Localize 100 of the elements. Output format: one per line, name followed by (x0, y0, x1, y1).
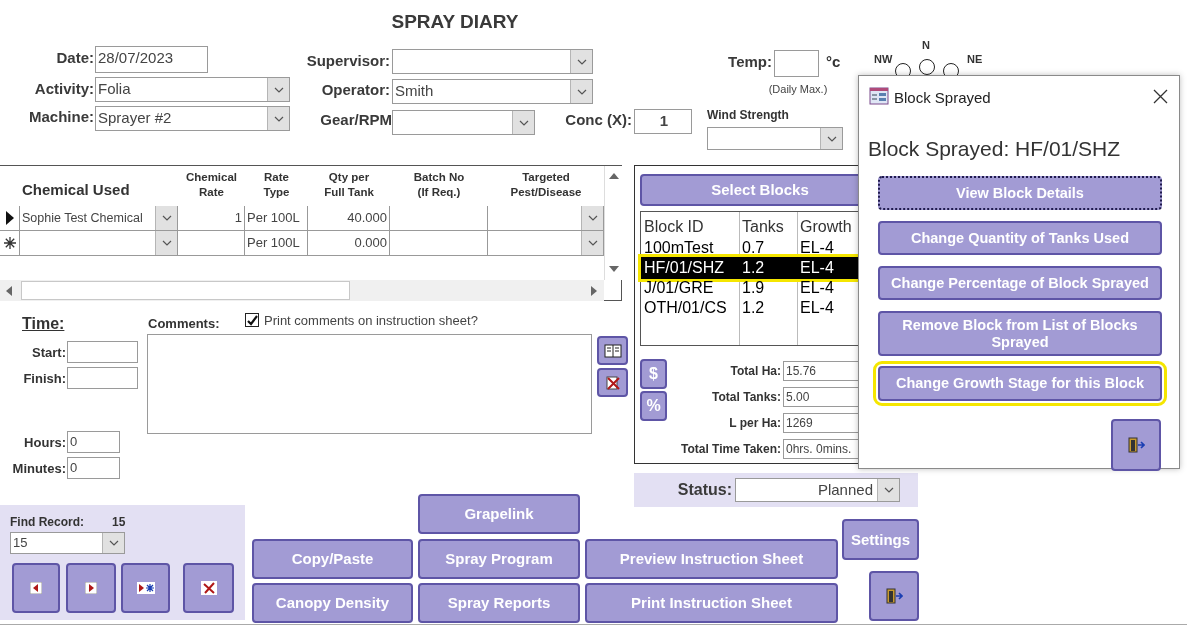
dropdown-button[interactable] (581, 231, 603, 255)
field-label: Status: (676, 480, 732, 500)
delete-icon (603, 373, 622, 392)
text-field[interactable]: 28/07/2023 (95, 46, 208, 73)
text-field[interactable]: 0 (67, 457, 120, 479)
chevron-down-icon (883, 487, 894, 493)
new-record-icon (136, 582, 155, 594)
list-cell-text: 1.2 (741, 298, 765, 318)
field-label: Gear/RPM (319, 110, 392, 130)
temperature-field[interactable] (774, 50, 819, 77)
text-field[interactable]: 0 (67, 431, 120, 453)
field-label: Wind Strength (707, 107, 789, 124)
field-label: Supervisor: (305, 51, 390, 71)
form-title: SPRAY DIARY (390, 10, 520, 34)
field-label: Conc (X): (564, 110, 632, 130)
dropdown-button[interactable] (820, 128, 842, 149)
dropdown-button[interactable] (155, 231, 177, 255)
chevron-down-icon (108, 540, 119, 546)
new-record-icon (3, 237, 16, 249)
dropdown-field[interactable] (392, 110, 535, 135)
table-cell (178, 231, 245, 256)
chevron-down-icon (273, 115, 284, 122)
chevron-down-icon (161, 215, 172, 221)
record-count: 15 (112, 514, 126, 531)
window-title: Block Sprayed (894, 88, 991, 108)
radio-button[interactable] (919, 59, 935, 75)
field-label: Total Tanks: (711, 389, 781, 406)
dropdown-button[interactable] (570, 50, 592, 73)
table-cell: Per 100L (245, 206, 308, 231)
field-label: L per Ha: (728, 415, 781, 432)
next-icon (85, 582, 97, 594)
list-cell-text: EL-4 (799, 238, 834, 258)
dropdown-button[interactable] (570, 80, 592, 103)
table-cell[interactable] (390, 206, 488, 231)
dropdown-button[interactable] (877, 479, 899, 501)
field-label: Find Record: (10, 514, 84, 531)
dropdown-field[interactable]: 15 (10, 532, 125, 554)
dropdown-field[interactable]: Sprayer #2 (95, 106, 290, 131)
dropdown-button[interactable] (581, 206, 603, 230)
dropdown-field[interactable]: Sophie Test Chemical (20, 206, 178, 231)
exit-button[interactable] (869, 571, 919, 621)
field-label: Total Time Taken: (679, 441, 781, 458)
comments-field[interactable] (147, 334, 592, 434)
list-cell-text: 0.7 (741, 238, 765, 258)
nav-button[interactable] (66, 563, 116, 613)
icon-button[interactable] (597, 336, 628, 365)
dropdown-field[interactable] (20, 231, 178, 256)
compass-label: NE (967, 52, 983, 67)
dropdown-button[interactable] (512, 111, 534, 134)
icon-button[interactable] (597, 368, 628, 397)
exit-button[interactable] (1111, 419, 1161, 471)
column-header: Growth (799, 217, 852, 237)
compass-label: NW (874, 52, 893, 67)
chevron-down-icon (576, 88, 587, 95)
dropdown-button[interactable] (267, 78, 289, 101)
hint-text: (Daily Max.) (767, 82, 829, 97)
text-field[interactable] (67, 341, 138, 363)
field-label: Start: (31, 344, 66, 362)
dropdown-button[interactable] (155, 206, 177, 230)
dropdown-field[interactable]: Smith (392, 79, 593, 104)
nav-button[interactable] (12, 563, 60, 613)
chevron-down-icon (518, 119, 529, 126)
field-label: Date: (55, 48, 94, 68)
dropdown-field[interactable] (392, 49, 593, 74)
column-header: Rate Type (262, 170, 291, 200)
checkbox[interactable] (245, 313, 259, 327)
table-cell: 0.000 (308, 231, 390, 256)
list-cell-text: J/01/GRE (643, 278, 714, 298)
unit-label: °c (826, 52, 841, 72)
close-icon[interactable] (1151, 87, 1169, 105)
text-field[interactable]: 1 (634, 109, 692, 134)
chevron-down-icon (587, 240, 598, 246)
column-header: Tanks (741, 217, 784, 237)
chevron-down-icon (161, 240, 172, 246)
list-cell-text: 1.9 (741, 278, 765, 298)
table-cell[interactable] (390, 231, 488, 256)
checkbox-label: Print comments on instruction sheet? (264, 312, 478, 330)
table-cell: 40.000 (308, 206, 390, 231)
dropdown-field[interactable] (488, 231, 604, 256)
text-field[interactable] (67, 367, 138, 389)
list-cell-text: EL-4 (799, 298, 834, 318)
scroll-thumb[interactable] (21, 281, 350, 300)
chevron-down-icon (273, 86, 284, 93)
dropdown-button[interactable] (267, 107, 289, 130)
chevron-down-icon (576, 58, 587, 65)
previous-icon (30, 582, 42, 594)
exit-door-icon (885, 587, 903, 605)
column-header: Targeted Pest/Disease (509, 170, 583, 200)
dropdown-field[interactable] (488, 206, 604, 231)
table-cell: Per 100L (245, 231, 308, 256)
dropdown-button[interactable] (102, 533, 124, 553)
nav-button[interactable] (121, 563, 170, 613)
list-cell-text: OTH/01/CS (643, 298, 727, 318)
field-label: Finish: (22, 370, 66, 388)
dropdown-field[interactable]: Planned (735, 478, 900, 502)
dropdown-field[interactable]: Folia (95, 77, 290, 102)
field-label: Total Ha: (729, 363, 781, 380)
dropdown-field[interactable] (707, 127, 843, 150)
list-cell-text: EL-4 (799, 278, 834, 298)
nav-button[interactable] (183, 563, 234, 613)
